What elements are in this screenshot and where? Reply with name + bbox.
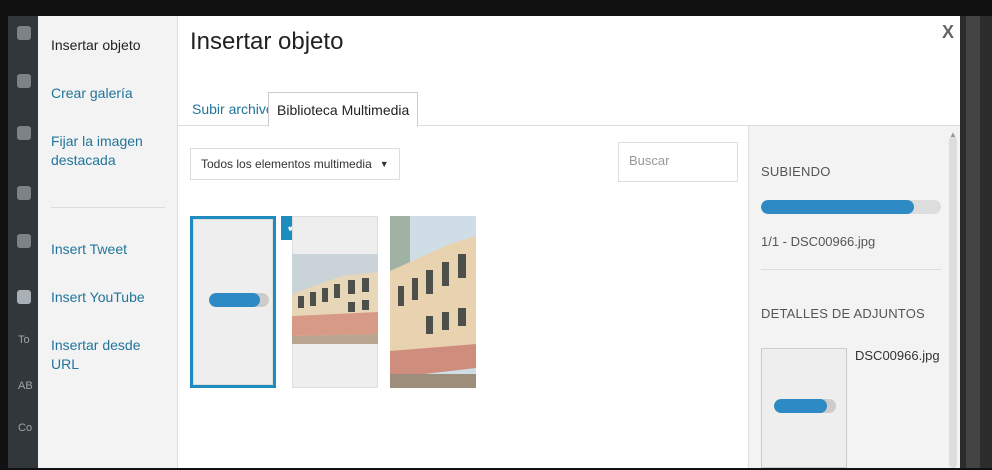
wp-menu-label[interactable]: AB [18,380,33,392]
menu-separator [51,207,165,208]
pages-icon[interactable] [17,290,31,304]
attachment-image[interactable] [390,216,476,388]
sidebar-separator [761,269,941,270]
wp-admin-menu: To AB Co [8,16,38,468]
upload-progress-bar [761,200,941,214]
media-router: Subir archivos Biblioteca Multimedia [178,74,960,127]
tab-media-library[interactable]: Biblioteca Multimedia [268,92,419,127]
close-button[interactable]: X [942,22,954,43]
upload-status: 1/1 - DSC00966.jpg [761,234,876,249]
attachment-sidebar: SUBIENDO 1/1 - DSC00966.jpg DETALLES DE … [748,126,960,468]
attachment-details-thumbnail [761,348,847,468]
upload-progress-fill [209,293,260,307]
frame-title: Insertar objeto [190,28,344,55]
menu-item-insert-media[interactable]: Insertar objeto [51,36,171,55]
media-modal: Insertar objeto Crear galería Fijar la i… [38,16,960,468]
menu-item-create-gallery[interactable]: Crear galería [51,84,171,103]
building-photo [292,254,378,344]
attachment-details-heading: DETALLES DE ADJUNTOS [761,306,925,321]
pin-icon[interactable] [17,126,31,140]
wp-menu-label[interactable]: Co [18,422,32,434]
upload-progress-bar [209,293,269,307]
dropdown-arrow-icon: ▼ [379,159,389,169]
scroll-up-icon[interactable]: ▲ [949,130,957,139]
dashboard-icon[interactable] [17,26,31,40]
attachment-image[interactable] [292,216,378,388]
media-filter-select[interactable]: Todos los elementos multimedia ▼ [190,148,400,180]
cart-icon[interactable] [17,74,31,88]
upload-progress-bar [774,399,836,413]
window-edge [960,16,992,468]
upload-progress-fill [774,399,827,413]
attachments-browser: Todos los elementos multimedia ▼ Buscar … [178,126,748,468]
people-icon[interactable] [17,186,31,200]
building-photo [390,216,476,388]
upload-progress-fill [761,200,914,214]
filter-value: Todos los elementos multimedia [201,157,372,171]
uploading-heading: SUBIENDO [761,164,831,179]
scrollbar-track[interactable] [966,16,980,468]
menu-item-insert-tweet[interactable]: Insert Tweet [51,240,171,259]
menu-item-insert-youtube[interactable]: Insert YouTube [51,288,171,307]
attachment-filename: DSC00966.jpg [855,348,940,363]
link-icon[interactable] [17,234,31,248]
media-menu: Insertar objeto Crear galería Fijar la i… [38,16,178,468]
menu-item-insert-from-url[interactable]: Insertar desde URL [51,336,171,374]
screen: To AB Co Insertar objeto Crear galería F… [0,0,992,470]
search-input[interactable]: Buscar [618,142,738,182]
menu-item-featured-image[interactable]: Fijar la imagen destacada [51,132,171,170]
wp-menu-label[interactable]: To [18,334,30,346]
scrollbar[interactable]: ▲ [949,130,957,468]
attachment-uploading[interactable]: ✓ [190,216,305,388]
